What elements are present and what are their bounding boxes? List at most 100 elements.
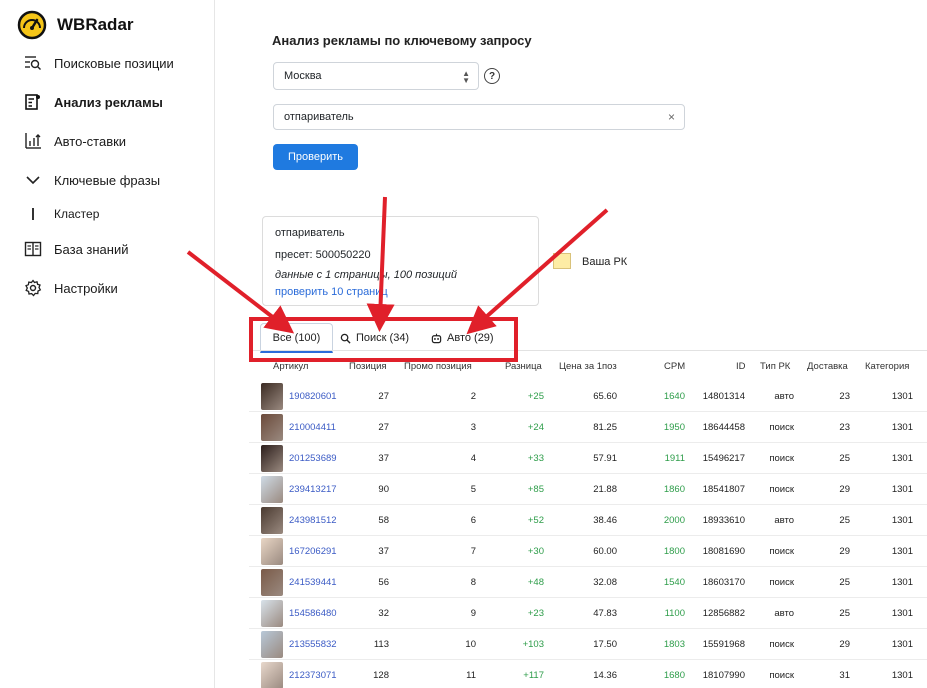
sidebar-item-search-positions[interactable]: Поисковые позиции <box>0 49 214 77</box>
sidebar-item-cluster[interactable]: Кластер <box>0 200 214 228</box>
table-cell: 47.83 <box>593 608 617 619</box>
sidebar-item-keywords[interactable]: Ключевые фразы <box>0 166 214 194</box>
table-cell: 18644458 <box>702 422 745 433</box>
article-link[interactable]: 201253689 <box>289 453 341 464</box>
product-thumbnail[interactable] <box>261 507 283 534</box>
sidebar-item-auto-bids[interactable]: Авто-ставки <box>0 127 214 155</box>
chart-arrow-icon <box>25 133 41 149</box>
chevron-down-icon <box>26 176 40 185</box>
col-header[interactable]: Промо позиция <box>404 361 472 372</box>
sub-item-indicator <box>32 208 34 220</box>
tab-auto[interactable]: Авто (29) <box>431 323 494 353</box>
table-cell: 14.36 <box>593 670 617 681</box>
product-thumbnail[interactable] <box>261 538 283 565</box>
query-input[interactable]: отпариватель × <box>273 104 685 130</box>
product-thumbnail[interactable] <box>261 631 283 658</box>
table-row[interactable]: 154586480 32 9 +23 47.83 1100 12856882 авто 25 13… <box>249 598 927 629</box>
page-title: Анализ рекламы по ключевому запросу <box>272 33 532 48</box>
robot-icon <box>431 333 442 343</box>
article-link[interactable]: 213555832 <box>289 639 341 650</box>
book-icon <box>24 241 42 257</box>
ads-table: Артикул Позиция Промо позиция Разница Це… <box>249 350 927 688</box>
article-link[interactable]: 243981512 <box>289 515 341 526</box>
table-cell: 12856882 <box>702 608 745 619</box>
info-query: отпариватель <box>275 227 345 239</box>
table-cell: 11 <box>466 670 476 681</box>
sidebar-item-ad-analysis[interactable]: Анализ рекламы <box>0 88 214 116</box>
info-data-note: данные с 1 страницы, 100 позиций <box>275 269 457 281</box>
table-cell: 2 <box>470 391 476 402</box>
info-preset: пресет: 500050220 <box>275 249 371 261</box>
table-row[interactable]: 167206291 37 7 +30 60.00 1800 18081690 поиск 29 1… <box>249 536 927 567</box>
col-header[interactable]: Позиция <box>349 361 387 372</box>
query-info-card: отпариватель пресет: 500050220 данные с … <box>262 216 539 306</box>
check-button[interactable]: Проверить <box>273 144 358 170</box>
col-header[interactable]: Разница <box>505 361 542 372</box>
table-cell: 18081690 <box>702 546 745 557</box>
col-header[interactable]: ID <box>736 361 746 372</box>
magnifier-icon <box>340 333 351 344</box>
table-cell: 4 <box>470 453 476 464</box>
table-cell: 1680 <box>663 670 685 681</box>
table-cell: 1301 <box>891 391 913 402</box>
table-row[interactable]: 212373071 128 11 +117 14.36 1680 18107990 поиск… <box>249 660 927 688</box>
table-cell: поиск <box>769 639 794 650</box>
table-cell: 18541807 <box>702 484 745 495</box>
table-cell: 25 <box>839 453 850 464</box>
help-icon[interactable]: ? <box>484 68 500 84</box>
product-thumbnail[interactable] <box>261 662 283 688</box>
product-thumbnail[interactable] <box>261 414 283 441</box>
sidebar-item-label: База знаний <box>54 241 129 257</box>
table-cell: 57.91 <box>593 453 617 464</box>
article-link[interactable]: 239413217 <box>289 484 341 495</box>
table-cell: авто <box>774 391 794 402</box>
table-row[interactable]: 239413217 90 5 +85 21.88 1860 18541807 поиск 29 1… <box>249 474 927 505</box>
gear-icon <box>25 279 42 297</box>
check-10-pages-link[interactable]: проверить 10 страниц <box>275 286 388 298</box>
col-header[interactable]: Тип РК <box>760 361 790 372</box>
logo[interactable]: WBRadar <box>17 10 134 40</box>
col-header[interactable]: Цена за 1поз <box>559 361 617 372</box>
col-header[interactable]: Доставка <box>807 361 848 372</box>
city-select[interactable]: Москва ▲ ▼ <box>273 62 479 90</box>
table-row[interactable]: 201253689 37 4 +33 57.91 1911 15496217 поиск 25 1… <box>249 443 927 474</box>
article-link[interactable]: 212373071 <box>289 670 341 681</box>
sidebar-item-knowledge-base[interactable]: База знаний <box>0 235 214 263</box>
table-cell: 15591968 <box>702 639 745 650</box>
legend-swatch <box>553 253 571 269</box>
sidebar-item-settings[interactable]: Настройки <box>0 274 214 302</box>
article-link[interactable]: 190820601 <box>289 391 341 402</box>
table-cell: 1301 <box>891 639 913 650</box>
product-thumbnail[interactable] <box>261 383 283 410</box>
table-cell: 25 <box>839 577 850 588</box>
table-row[interactable]: 213555832 113 10 +103 17.50 1803 15591968 поиск… <box>249 629 927 660</box>
table-cell: поиск <box>769 577 794 588</box>
tab-label: Все (100) <box>272 331 321 344</box>
article-link[interactable]: 210004411 <box>289 422 341 433</box>
product-thumbnail[interactable] <box>261 476 283 503</box>
article-link[interactable]: 241539441 <box>289 577 341 588</box>
article-link[interactable]: 167206291 <box>289 546 341 557</box>
table-cell: 18107990 <box>702 670 745 681</box>
table-cell: 60.00 <box>593 546 617 557</box>
col-header[interactable]: Артикул <box>273 361 308 372</box>
product-thumbnail[interactable] <box>261 445 283 472</box>
table-cell: 1301 <box>891 670 913 681</box>
tab-search[interactable]: Поиск (34) <box>340 323 409 353</box>
article-link[interactable]: 154586480 <box>289 608 341 619</box>
clear-icon[interactable]: × <box>668 110 675 124</box>
tab-all[interactable]: Все (100) <box>260 323 333 353</box>
table-cell: 1800 <box>663 546 685 557</box>
table-cell: +23 <box>527 608 544 619</box>
product-thumbnail[interactable] <box>261 600 283 627</box>
col-header[interactable]: Категория <box>865 361 909 372</box>
table-row[interactable]: 190820601 27 2 +25 65.60 1640 14801314 авто 23 13… <box>249 381 927 412</box>
table-cell: 14801314 <box>702 391 745 402</box>
col-header[interactable]: CPM <box>664 361 685 372</box>
sidebar-item-label: Авто-ставки <box>54 133 127 149</box>
product-thumbnail[interactable] <box>261 569 283 596</box>
table-cell: поиск <box>769 422 794 433</box>
table-row[interactable]: 210004411 27 3 +24 81.25 1950 18644458 поиск 23 1… <box>249 412 927 443</box>
table-row[interactable]: 243981512 58 6 +52 38.46 2000 18933610 авто 25 13… <box>249 505 927 536</box>
table-row[interactable]: 241539441 56 8 +48 32.08 1540 18603170 поиск 25 1… <box>249 567 927 598</box>
